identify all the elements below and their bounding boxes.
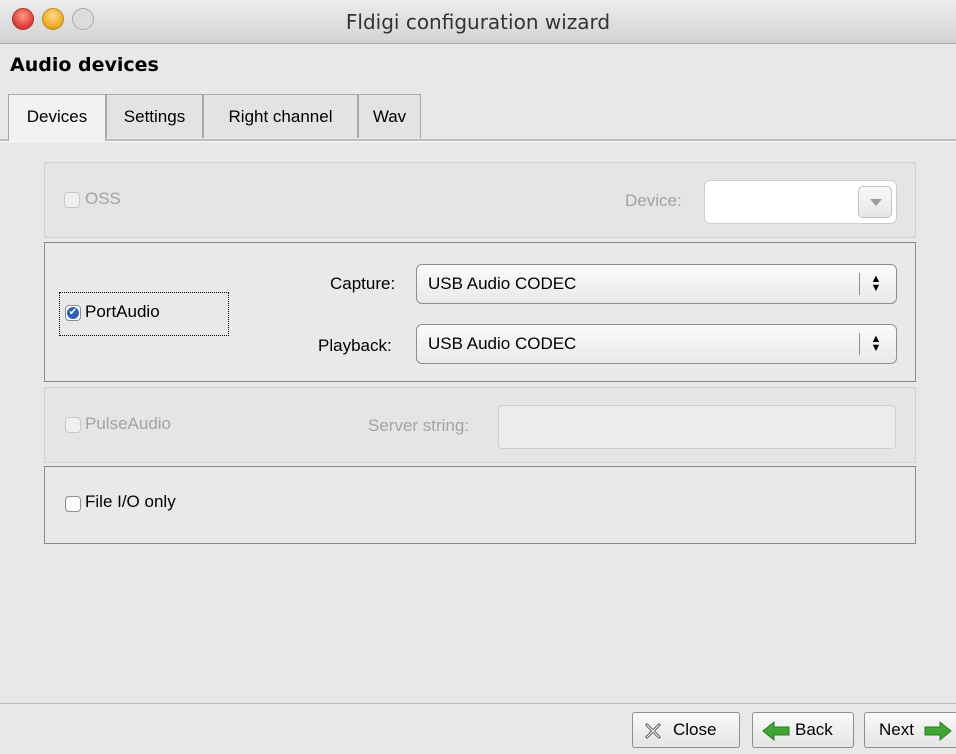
next-button[interactable]: Next [864,712,956,748]
pulseaudio-checkbox[interactable] [65,417,81,433]
pulseaudio-label: PulseAudio [85,414,172,433]
back-button-label: Back [795,720,833,739]
back-button[interactable]: Back [752,712,854,748]
checkmark-icon: ✔ [67,307,79,319]
window-title: Fldigi configuration wizard [345,10,611,34]
server-string-label: Server string: [368,416,470,435]
oss-device-dropdown-button[interactable] [858,186,892,218]
portaudio-label: PortAudio [85,302,160,321]
device-label: Device: [625,191,682,210]
portaudio-checkbox[interactable]: ✔ [65,305,81,321]
playback-value: USB Audio CODEC [428,334,577,353]
fileio-checkbox[interactable] [65,496,81,512]
oss-checkbox[interactable] [64,192,80,208]
tab-right-channel[interactable]: Right channel [203,94,358,138]
chevron-down-icon [870,199,882,206]
server-string-input[interactable] [498,405,896,449]
tab-settings[interactable]: Settings [106,94,203,138]
capture-value: USB Audio CODEC [428,274,577,293]
arrow-left-icon [762,720,790,742]
tab-devices[interactable]: Devices [8,94,106,141]
playback-select[interactable]: USB Audio CODEC ▲ ▼ [416,324,897,364]
section-title: Audio devices [10,54,159,76]
select-divider [859,273,860,295]
playback-label: Playback: [318,336,392,355]
updown-arrows-icon: ▲ ▼ [870,333,882,354]
capture-select[interactable]: USB Audio CODEC ▲ ▼ [416,264,897,304]
close-button-label: Close [673,720,717,739]
close-icon [645,723,661,739]
close-button[interactable]: Close [632,712,740,748]
tab-wav[interactable]: Wav [358,94,421,138]
updown-arrows-icon: ▲ ▼ [870,273,882,294]
fileio-label: File I/O only [85,492,176,511]
select-divider [859,333,860,355]
next-button-label: Next [879,720,914,739]
capture-label: Capture: [330,274,396,293]
arrow-right-icon [924,720,952,742]
oss-label: OSS [85,189,121,208]
